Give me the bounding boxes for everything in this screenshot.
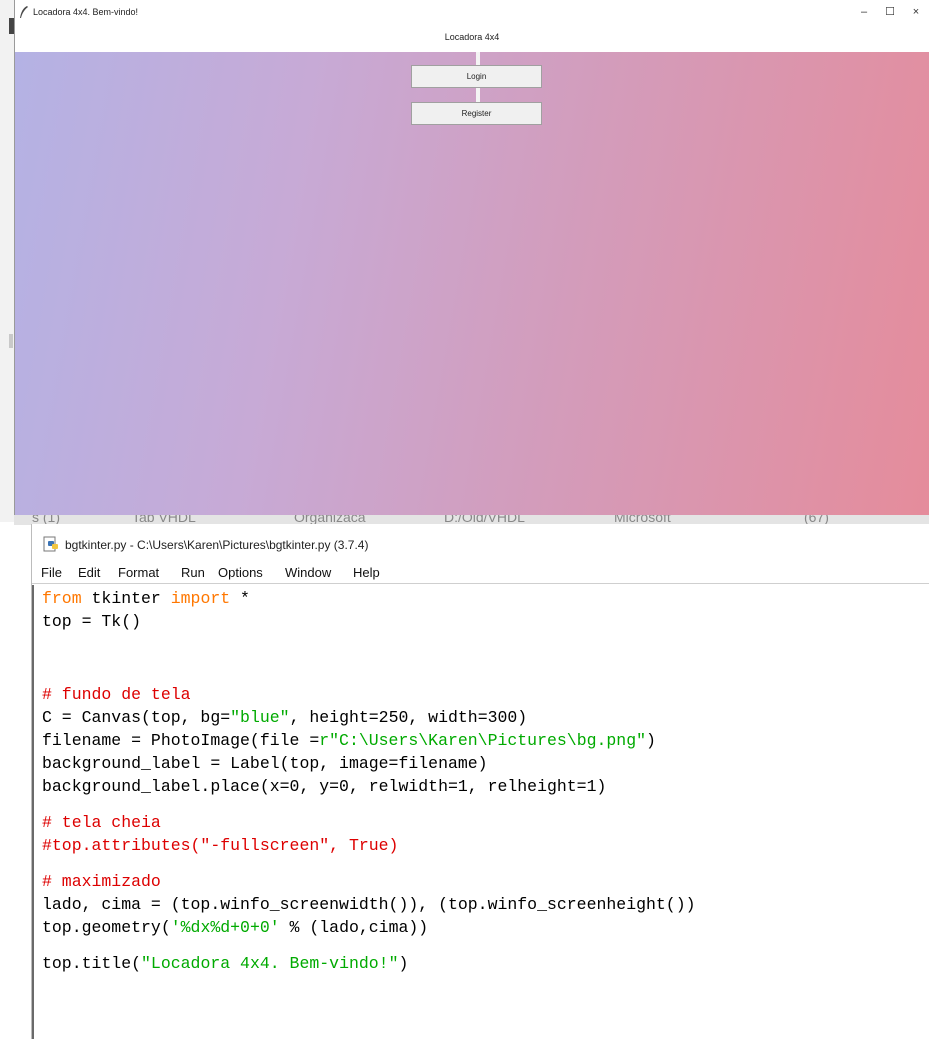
menu-format[interactable]: Format	[118, 565, 159, 580]
code-keyword: from	[42, 589, 82, 608]
idle-titlebar: bgtkinter.py - C:\Users\Karen\Pictures\b…	[32, 524, 929, 562]
canvas-header: Locadora 4x4	[15, 24, 929, 52]
code-string: '%dx%d+0+0'	[170, 918, 280, 937]
code-comment: # maximizado	[42, 872, 161, 891]
code-line: from tkinter import *	[42, 589, 250, 609]
code-text: )	[398, 954, 409, 973]
code-string: "blue"	[230, 708, 290, 727]
minimize-button[interactable]: –	[853, 4, 875, 20]
code-text: % (lado,cima))	[279, 918, 429, 937]
python-file-icon	[43, 536, 58, 552]
idle-menubar: File Edit Format Run Options Window Help	[32, 562, 929, 584]
menu-run[interactable]: Run	[181, 565, 205, 580]
code-line: # tela cheia	[42, 813, 161, 833]
menu-edit[interactable]: Edit	[78, 565, 100, 580]
desktop-edge-mark	[9, 334, 13, 348]
code-text: *	[230, 589, 250, 608]
code-line: top.geometry('%dx%d+0+0' % (lado,cima))	[42, 918, 428, 938]
button-connector	[476, 88, 480, 103]
code-text: )	[646, 731, 656, 750]
canvas-area: Locadora 4x4 Login Register	[15, 24, 929, 522]
menu-help[interactable]: Help	[353, 565, 380, 580]
code-line: # maximizado	[42, 872, 161, 892]
code-line: background_label.place(x=0, y=0, relwidt…	[42, 777, 606, 797]
code-editor[interactable]: from tkinter import * top = Tk() # fundo…	[32, 585, 929, 1039]
idle-editor-window: bgtkinter.py - C:\Users\Karen\Pictures\b…	[31, 524, 929, 1039]
maximize-button[interactable]: ☐	[879, 4, 901, 20]
code-line: #top.attributes("-fullscreen", True)	[42, 836, 398, 856]
code-text: background_label.place(x=0, y=0, relwidt…	[42, 777, 607, 796]
close-button[interactable]: ×	[905, 4, 927, 20]
code-line: filename = PhotoImage(file =r"C:\Users\K…	[42, 731, 656, 751]
code-comment: # fundo de tela	[42, 685, 191, 704]
code-line: # fundo de tela	[42, 685, 191, 705]
menu-options[interactable]: Options	[218, 565, 263, 580]
tkinter-app-window: Locadora 4x4. Bem-vindo! – ☐ × Locadora …	[14, 0, 929, 522]
code-line: C = Canvas(top, bg="blue", height=250, w…	[42, 708, 527, 728]
code-line: lado, cima = (top.winfo_screenwidth()), …	[42, 895, 696, 915]
header-title: Locadora 4x4	[444, 32, 500, 42]
idle-window-title: bgtkinter.py - C:\Users\Karen\Pictures\b…	[65, 538, 369, 552]
code-comment: #top.attributes("-fullscreen", True)	[42, 836, 399, 855]
code-keyword: import	[170, 589, 231, 608]
code-line: top.title("Locadora 4x4. Bem-vindo!")	[42, 954, 408, 974]
menu-window[interactable]: Window	[285, 565, 331, 580]
code-string: "Locadora 4x4. Bem-vindo!"	[141, 954, 399, 973]
app-title: Locadora 4x4. Bem-vindo!	[33, 7, 139, 17]
code-text: top.title(	[42, 954, 142, 973]
app-titlebar: Locadora 4x4. Bem-vindo! – ☐ ×	[15, 0, 929, 24]
code-text: top = Tk()	[42, 612, 142, 631]
login-button[interactable]: Login	[411, 65, 542, 88]
code-text: C = Canvas(top, bg=	[42, 708, 231, 727]
code-text: , height=250, width=300)	[289, 708, 528, 727]
code-comment: # tela cheia	[42, 813, 161, 832]
code-line: background_label = Label(top, image=file…	[42, 754, 488, 774]
menu-file[interactable]: File	[41, 565, 62, 580]
code-text: filename = PhotoImage(file =	[42, 731, 320, 750]
code-text: tkinter	[81, 589, 171, 608]
register-button[interactable]: Register	[411, 102, 542, 125]
button-connector	[476, 52, 480, 66]
feather-icon	[20, 6, 28, 18]
code-string: r"C:\Users\Karen\Pictures\bg.png"	[319, 731, 647, 750]
code-text: lado, cima = (top.winfo_screenwidth()), …	[42, 895, 696, 914]
code-text: top.geometry(	[42, 918, 171, 937]
gradient-background: Login Register	[15, 52, 929, 522]
code-text: background_label = Label(top, image=file…	[42, 754, 488, 773]
code-line: top = Tk()	[42, 612, 141, 632]
desktop-left-strip	[0, 0, 14, 522]
